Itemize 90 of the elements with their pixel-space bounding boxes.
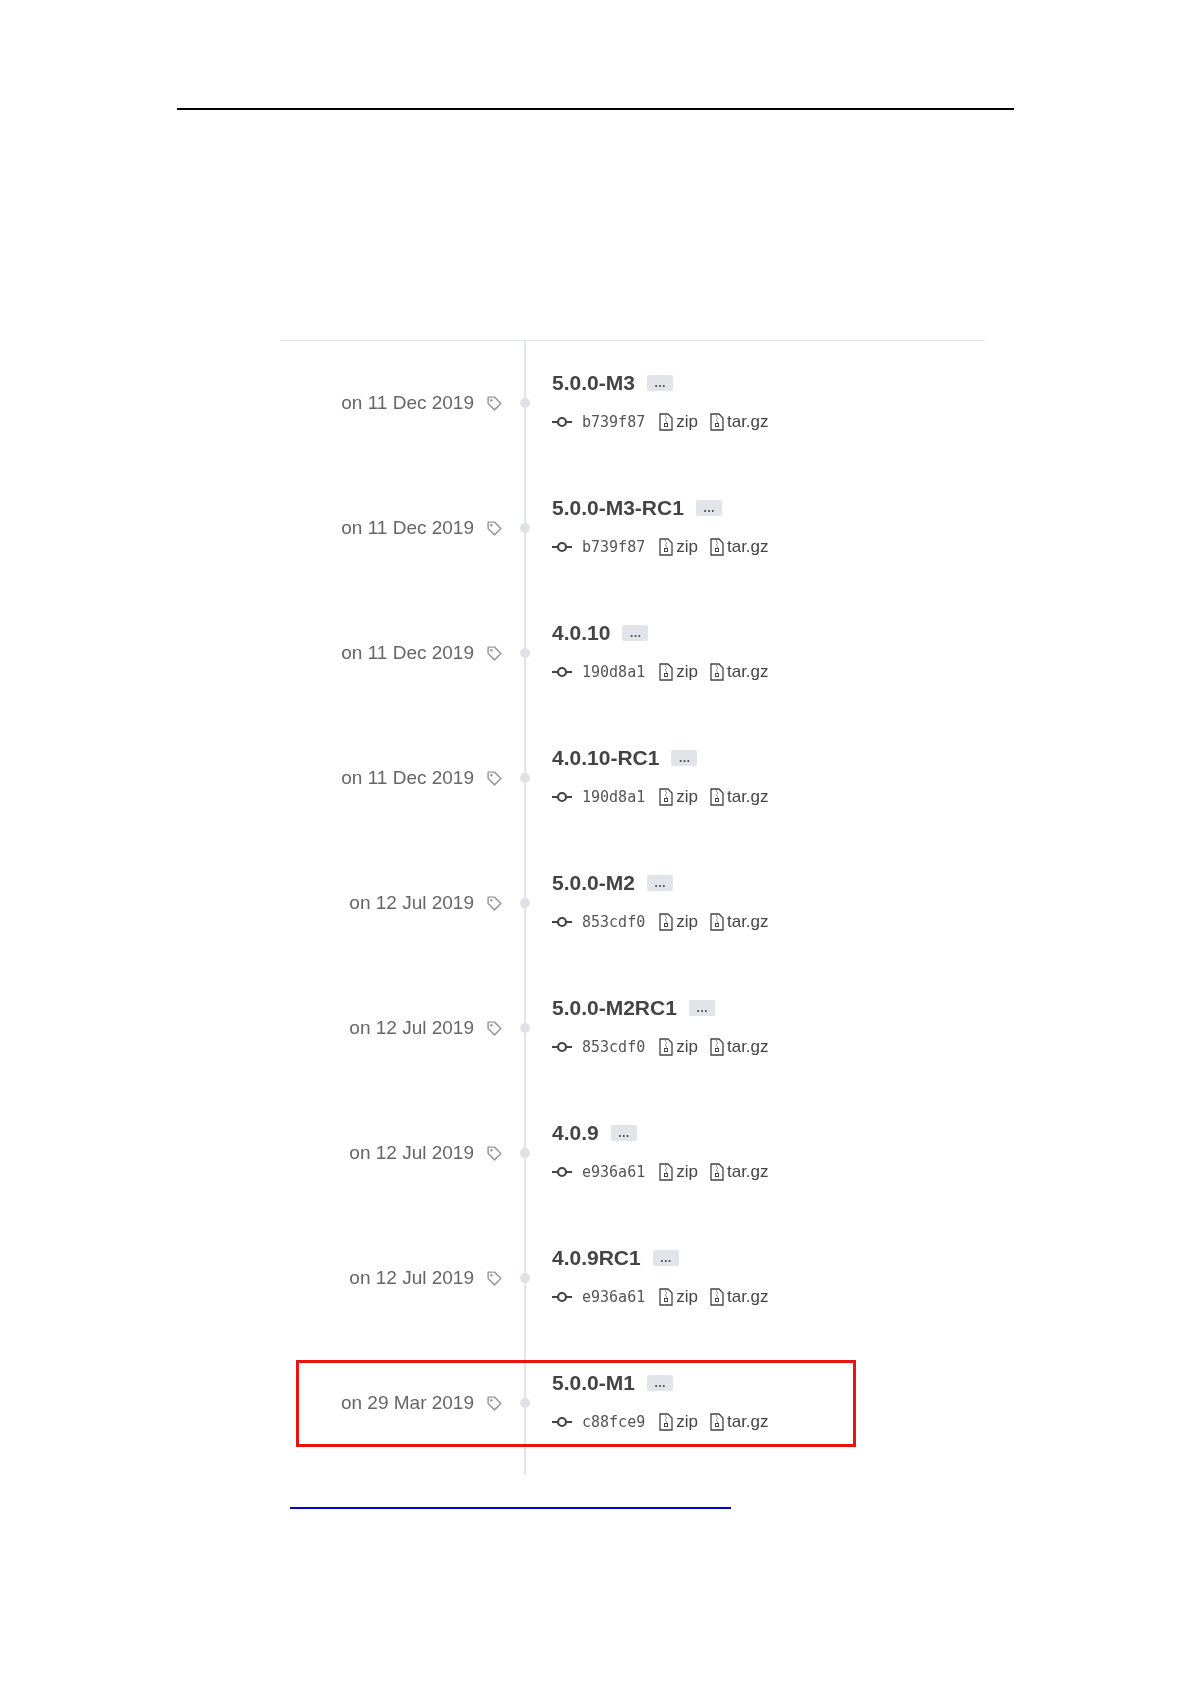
tag-name-link[interactable]: 5.0.0-M3-RC1 (552, 492, 684, 524)
commit-link[interactable]: 190d8a1 (582, 660, 646, 684)
tag-icon (486, 895, 503, 912)
zip-file-icon (709, 1288, 724, 1306)
more-button[interactable]: … (671, 750, 698, 766)
download-link[interactable]: tar.gz (709, 1034, 769, 1060)
zip-file-icon (709, 413, 724, 431)
commit-icon (552, 1166, 572, 1178)
download-link[interactable]: tar.gz (709, 409, 769, 435)
download-link[interactable]: zip (659, 409, 698, 435)
zip-file-icon (659, 538, 674, 556)
commit-icon (552, 416, 572, 428)
download-link[interactable]: tar.gz (709, 1159, 769, 1185)
zip-file-icon (659, 788, 674, 806)
zip-file-icon (709, 1413, 724, 1431)
zip-file-icon (659, 913, 674, 931)
tag-name-link[interactable]: 4.0.10 (552, 617, 611, 649)
download-link[interactable]: zip (659, 784, 698, 810)
download-link[interactable]: tar.gz (709, 784, 769, 810)
more-button[interactable]: … (646, 1375, 673, 1391)
more-button[interactable]: … (652, 1250, 679, 1266)
tag-icon (486, 1395, 503, 1412)
commit-icon (552, 1291, 572, 1303)
commit-icon (552, 1416, 572, 1428)
download-link[interactable]: tar.gz (709, 534, 769, 560)
download-link[interactable]: zip (659, 534, 698, 560)
commit-link[interactable]: 853cdf0 (582, 1035, 646, 1059)
tag-date: on 12 Jul 2019 (349, 1016, 474, 1041)
zip-file-icon (709, 538, 724, 556)
tag-name-link[interactable]: 5.0.0-M1 (552, 1367, 635, 1399)
download-link[interactable]: tar.gz (709, 909, 769, 935)
commit-link[interactable]: e936a61 (582, 1160, 646, 1184)
more-button[interactable]: … (646, 875, 673, 891)
commit-icon (552, 666, 572, 678)
tag-icon (486, 770, 503, 787)
zip-file-icon (709, 1163, 724, 1181)
more-button[interactable]: … (646, 375, 673, 391)
tag-date: on 11 Dec 2019 (341, 391, 474, 416)
zip-file-icon (659, 1288, 674, 1306)
download-link[interactable]: zip (659, 1159, 698, 1185)
commit-icon (552, 916, 572, 928)
commit-link[interactable]: 190d8a1 (582, 785, 646, 809)
tag-icon (486, 520, 503, 537)
zip-file-icon (659, 1413, 674, 1431)
commit-icon (552, 791, 572, 803)
more-button[interactable]: … (622, 625, 649, 641)
download-link[interactable]: zip (659, 659, 698, 685)
tag-icon (486, 1145, 503, 1162)
tag-icon (486, 395, 503, 412)
tag-name-link[interactable]: 5.0.0-M3 (552, 367, 635, 399)
tag-date: on 11 Dec 2019 (341, 641, 474, 666)
download-link[interactable]: tar.gz (709, 1409, 769, 1435)
commit-link[interactable]: b739f87 (582, 410, 646, 434)
more-button[interactable]: … (688, 1000, 715, 1016)
zip-file-icon (659, 1163, 674, 1181)
download-link[interactable]: zip (659, 1034, 698, 1060)
tag-date: on 12 Jul 2019 (349, 891, 474, 916)
zip-file-icon (709, 788, 724, 806)
commit-link[interactable]: b739f87 (582, 535, 646, 559)
tag-date: on 12 Jul 2019 (349, 1141, 474, 1166)
zip-file-icon (709, 663, 724, 681)
commit-icon (552, 541, 572, 553)
download-link[interactable]: tar.gz (709, 659, 769, 685)
commit-link[interactable]: 853cdf0 (582, 910, 646, 934)
tag-name-link[interactable]: 4.0.9 (552, 1117, 599, 1149)
tag-date: on 12 Jul 2019 (349, 1266, 474, 1291)
tag-date: on 29 Mar 2019 (340, 1391, 474, 1416)
download-link[interactable]: tar.gz (709, 1284, 769, 1310)
zip-file-icon (659, 413, 674, 431)
zip-file-icon (709, 1038, 724, 1056)
commit-link[interactable]: c88fce9 (582, 1410, 646, 1434)
zip-file-icon (659, 1038, 674, 1056)
download-link[interactable]: zip (659, 1284, 698, 1310)
tag-icon (486, 1270, 503, 1287)
commit-link[interactable]: e936a61 (582, 1285, 646, 1309)
tag-icon (486, 1020, 503, 1037)
zip-file-icon (709, 913, 724, 931)
tag-name-link[interactable]: 4.0.9RC1 (552, 1242, 641, 1274)
more-button[interactable]: … (610, 1125, 637, 1141)
tag-date: on 11 Dec 2019 (341, 516, 474, 541)
download-link[interactable]: zip (659, 909, 698, 935)
tag-name-link[interactable]: 4.0.10-RC1 (552, 742, 660, 774)
tag-date: on 11 Dec 2019 (341, 766, 474, 791)
tag-name-link[interactable]: 5.0.0-M2 (552, 867, 635, 899)
more-button[interactable]: … (695, 500, 722, 516)
zip-file-icon (659, 663, 674, 681)
commit-icon (552, 1041, 572, 1053)
tag-icon (486, 645, 503, 662)
tag-name-link[interactable]: 5.0.0-M2RC1 (552, 992, 677, 1024)
download-link[interactable]: zip (659, 1409, 698, 1435)
